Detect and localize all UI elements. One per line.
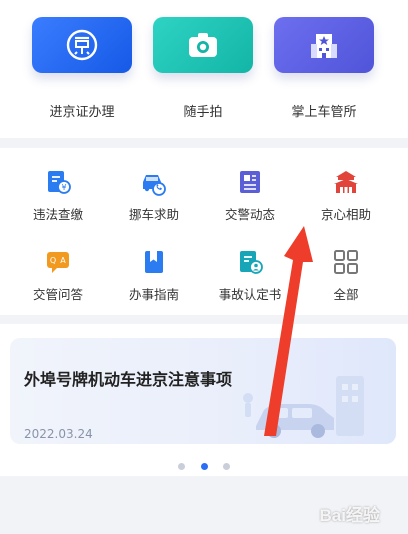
svg-text:A: A bbox=[60, 256, 66, 265]
service-grid: ¥ 违法查缴 挪车求助 交警动态 京心相助 Q A 交管问答 办事指南 事故认定… bbox=[0, 148, 408, 315]
news-icon bbox=[240, 171, 260, 193]
service-jiaoguan-wenda[interactable]: Q A 交管问答 bbox=[8, 248, 108, 303]
service-label: 交警动态 bbox=[224, 207, 275, 222]
service-label: 交管问答 bbox=[32, 287, 83, 302]
accident-document-icon bbox=[240, 251, 263, 274]
quick-tiles-section: 进京证办理 随手拍 掌上车管所 bbox=[0, 0, 408, 138]
jing-badge-icon bbox=[66, 29, 98, 61]
qa-chat-icon: Q A bbox=[47, 252, 69, 273]
guide-book-icon bbox=[145, 251, 163, 273]
tile-label-jinjingzheng: 进京证办理 bbox=[49, 105, 115, 120]
carousel-pagination bbox=[0, 455, 408, 470]
service-shigu-rendingshu[interactable]: 事故认定书 bbox=[200, 248, 300, 303]
service-nuoche-qiuzhu[interactable]: 挪车求助 bbox=[104, 168, 204, 223]
pagination-dot[interactable] bbox=[178, 463, 186, 470]
service-label: 挪车求助 bbox=[128, 207, 179, 222]
car-illustration bbox=[243, 376, 364, 438]
camera-icon bbox=[189, 33, 217, 57]
tiananmen-icon bbox=[334, 171, 358, 193]
service-weifa-chajiao[interactable]: ¥ 违法查缴 bbox=[8, 168, 108, 223]
svg-text:¥: ¥ bbox=[61, 183, 66, 192]
pagination-dot[interactable] bbox=[222, 463, 230, 470]
car-phone-icon bbox=[143, 175, 166, 196]
service-label: 办事指南 bbox=[128, 287, 179, 302]
service-label: 京心相助 bbox=[320, 207, 371, 222]
tile-label-suishoupai: 随手拍 bbox=[183, 105, 223, 120]
service-jiaojing-dongtai[interactable]: 交警动态 bbox=[200, 168, 300, 223]
news-banner[interactable]: 外埠号牌机动车进京注意事项 2022.03.24 bbox=[10, 338, 396, 444]
watermark: Bai经验 bbox=[319, 506, 380, 525]
news-carousel: 外埠号牌机动车进京注意事项 2022.03.24 bbox=[0, 324, 408, 476]
service-label: 违法查缴 bbox=[32, 207, 83, 222]
svg-text:Q: Q bbox=[50, 256, 56, 265]
violation-payment-icon: ¥ bbox=[48, 171, 71, 194]
tile-label-zhangshangchegsuo: 掌上车管所 bbox=[291, 105, 357, 120]
tile-suishoupai[interactable] bbox=[153, 17, 253, 73]
service-jingxin-xiangzhu[interactable]: 京心相助 bbox=[296, 168, 396, 223]
service-banshi-zhinan[interactable]: 办事指南 bbox=[104, 248, 204, 303]
service-label: 全部 bbox=[333, 287, 359, 302]
banner-date: 2022.03.24 bbox=[24, 427, 93, 441]
banner-title: 外埠号牌机动车进京注意事项 bbox=[24, 370, 233, 389]
service-quanbu[interactable]: 全部 bbox=[296, 248, 396, 303]
service-label: 事故认定书 bbox=[218, 287, 282, 302]
grid-all-icon bbox=[334, 250, 358, 274]
pagination-dot-active[interactable] bbox=[200, 463, 208, 470]
building-icon bbox=[311, 34, 337, 58]
tile-jinjingzheng[interactable] bbox=[32, 17, 132, 73]
tile-zhangshangchegsuo[interactable] bbox=[274, 17, 374, 73]
